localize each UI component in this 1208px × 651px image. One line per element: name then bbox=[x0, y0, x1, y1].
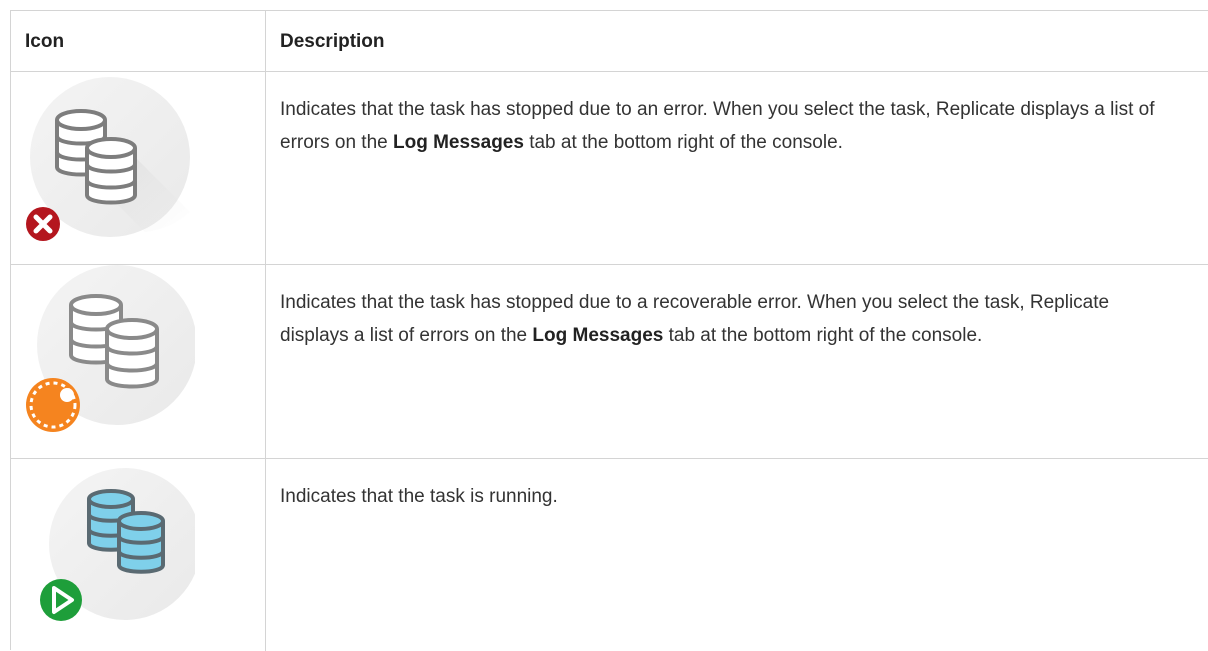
log-messages-tab-reference: Log Messages bbox=[532, 325, 664, 346]
table-row: Indicates that the task has stopped due … bbox=[11, 72, 1208, 265]
header-cell-description: Description bbox=[266, 11, 1208, 71]
status-icons-table: Icon Description Indicates that the task… bbox=[10, 10, 1208, 651]
icon-cell bbox=[11, 265, 266, 458]
table-row: Indicates that the task has stopped due … bbox=[11, 265, 1208, 459]
header-cell-icon: Icon bbox=[11, 11, 266, 71]
description-text: Indicates that the task has stopped due … bbox=[280, 286, 1180, 352]
task-error-icon bbox=[26, 77, 190, 241]
icon-cell bbox=[11, 72, 266, 264]
header-icon-label: Icon bbox=[25, 31, 65, 52]
table-header-row: Icon Description bbox=[11, 11, 1208, 72]
description-part: tab at the bottom right of the console. bbox=[523, 132, 843, 153]
description-cell: Indicates that the task has stopped due … bbox=[266, 265, 1208, 458]
table-row: Indicates that the task is running. bbox=[11, 459, 1208, 651]
task-recoverable-error-icon bbox=[26, 265, 195, 432]
header-description-label: Description bbox=[280, 31, 385, 52]
recoverable-error-icon bbox=[26, 378, 80, 432]
icon-cell bbox=[11, 459, 266, 651]
description-text: Indicates that the task is running. bbox=[280, 480, 1180, 513]
description-cell: Indicates that the task has stopped due … bbox=[266, 72, 1208, 264]
error-x-icon bbox=[26, 207, 60, 241]
play-icon bbox=[40, 579, 82, 621]
description-part: Indicates that the task is running. bbox=[280, 486, 558, 507]
description-cell: Indicates that the task is running. bbox=[266, 459, 1208, 651]
task-running-icon bbox=[40, 468, 195, 621]
log-messages-tab-reference: Log Messages bbox=[393, 132, 524, 153]
description-part: tab at the bottom right of the console. bbox=[663, 325, 983, 346]
description-text: Indicates that the task has stopped due … bbox=[280, 93, 1180, 159]
